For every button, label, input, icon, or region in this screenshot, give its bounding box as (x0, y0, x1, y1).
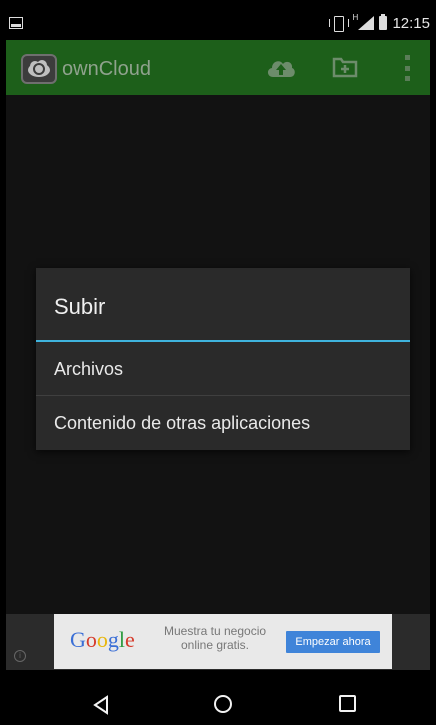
ad-banner[interactable]: Google Muestra tu negocio online gratis.… (54, 614, 392, 669)
signal-label: H (352, 13, 359, 22)
navigation-bar (0, 670, 436, 725)
upload-dialog: Subir Archivos Contenido de otras aplica… (36, 268, 410, 450)
back-icon[interactable] (92, 695, 110, 720)
app-title: ownCloud (62, 58, 151, 80)
vibrate-icon (329, 16, 350, 32)
dialog-item-other-apps[interactable]: Contenido de otras aplicaciones (36, 396, 410, 450)
overflow-menu-icon[interactable] (405, 55, 411, 81)
home-icon[interactable] (214, 695, 232, 713)
dialog-title: Subir (54, 294, 106, 319)
ad-text: Muestra tu negocio online gratis. (163, 624, 267, 652)
image-notification-icon (9, 17, 23, 29)
battery-icon (379, 14, 388, 30)
upload-icon[interactable] (266, 55, 296, 81)
dialog-item-archivos[interactable]: Archivos (36, 342, 410, 396)
signal-icon: H (352, 13, 375, 30)
recents-icon[interactable] (339, 695, 356, 712)
action-bar: ownCloud (6, 40, 430, 95)
dialog-item-label: Contenido de otras aplicaciones (54, 413, 311, 433)
clock: 12:15 (392, 14, 430, 32)
status-icons: H 12:15 (329, 13, 430, 33)
status-bar: H 12:15 (0, 0, 436, 40)
ad-cta-button[interactable]: Empezar ahora (286, 631, 380, 653)
new-folder-icon[interactable] (331, 55, 359, 79)
owncloud-logo-icon[interactable] (21, 54, 57, 84)
ad-bar: i Google Muestra tu negocio online grati… (6, 614, 430, 670)
ad-info-icon[interactable]: i (14, 650, 26, 662)
dialog-item-label: Archivos (54, 359, 124, 379)
google-logo: Google (70, 627, 135, 652)
